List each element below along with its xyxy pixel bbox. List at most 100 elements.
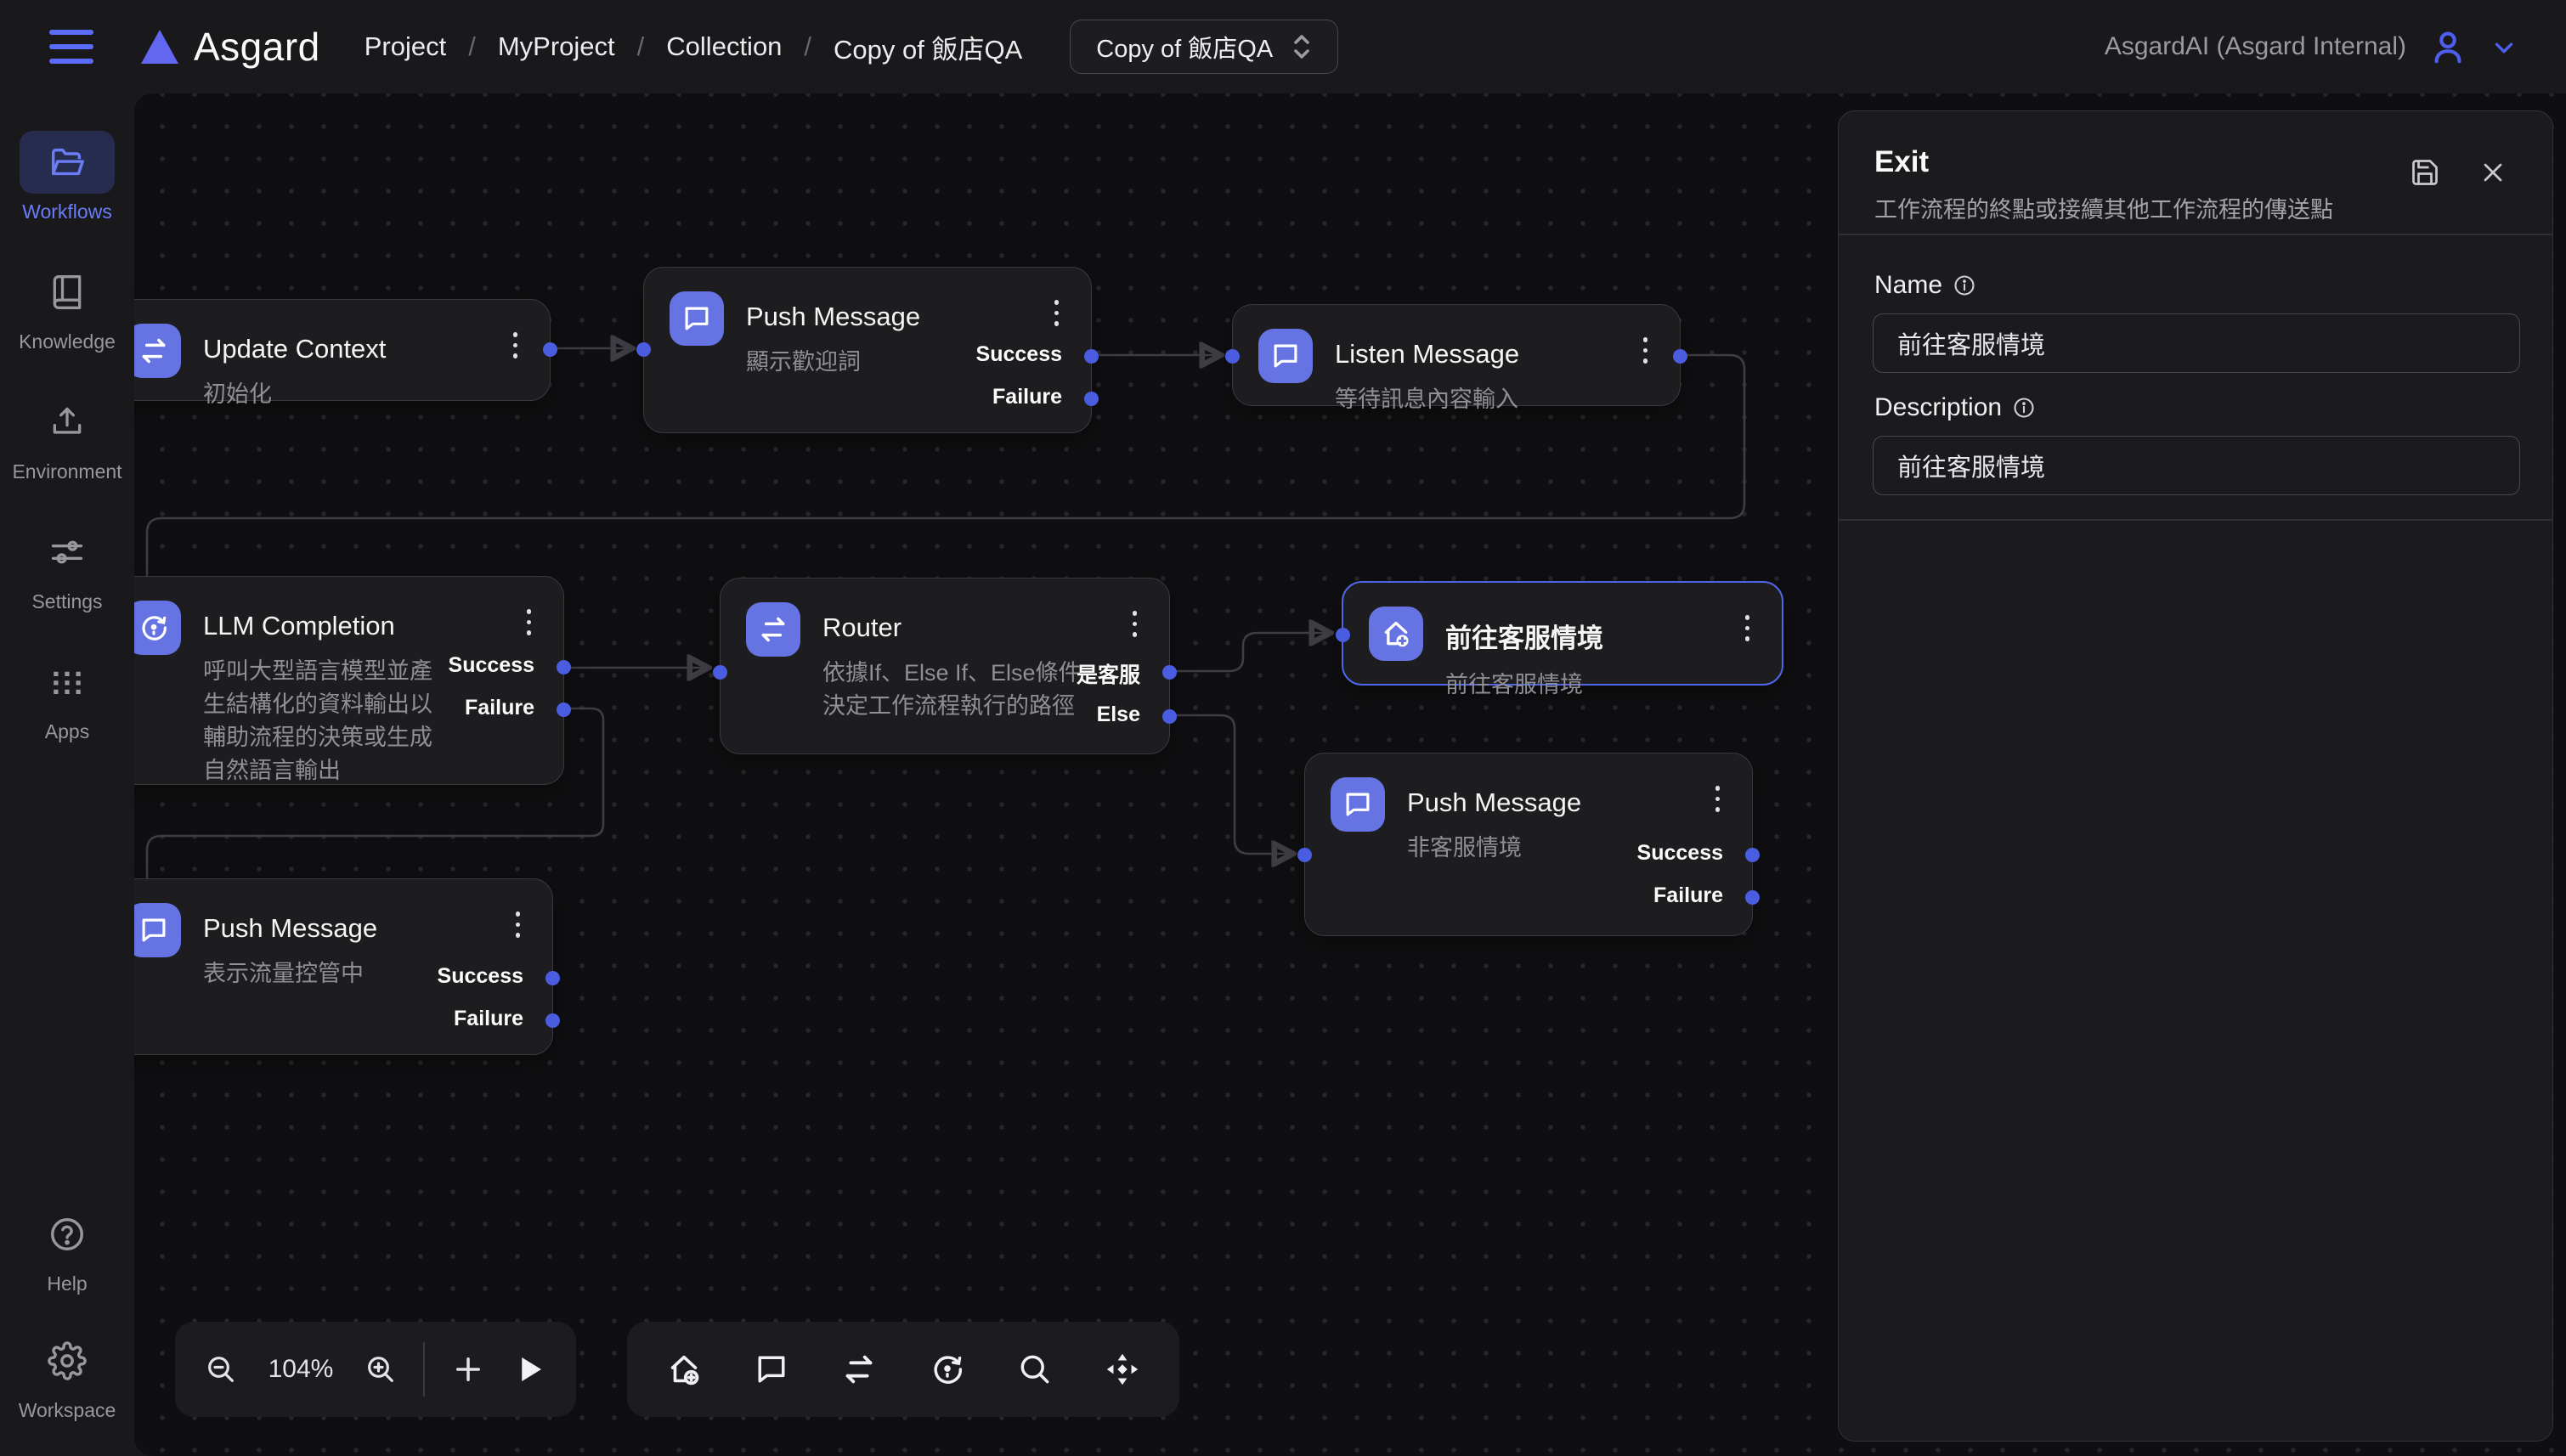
output-port-failure[interactable] bbox=[545, 1013, 560, 1028]
output-label-failure: Failure bbox=[465, 696, 534, 720]
zoom-level: 104% bbox=[263, 1355, 338, 1384]
node-push-message-welcome[interactable]: Push Message 顯示歡迎詞 Success Failure bbox=[643, 267, 1092, 433]
output-port-iskefu[interactable] bbox=[1162, 665, 1177, 680]
name-field[interactable] bbox=[1873, 313, 2520, 373]
input-port[interactable] bbox=[1336, 628, 1350, 642]
output-port-success[interactable] bbox=[1084, 349, 1099, 364]
search-tool-icon[interactable] bbox=[1016, 1351, 1054, 1388]
exit-node-tool-icon[interactable] bbox=[664, 1350, 704, 1389]
output-label-success: Success bbox=[976, 342, 1062, 367]
input-port[interactable] bbox=[636, 342, 651, 357]
output-label-success: Success bbox=[438, 964, 523, 989]
node-menu-button[interactable] bbox=[1712, 782, 1724, 815]
output-port-else[interactable] bbox=[1162, 709, 1177, 724]
sidebar-item-settings[interactable]: Settings bbox=[20, 521, 115, 613]
output-label-success: Success bbox=[449, 653, 534, 678]
breadcrumb-current[interactable]: Copy of 飯店QA bbox=[834, 28, 1022, 66]
node-update-context[interactable]: Update Context 初始化 bbox=[134, 299, 551, 401]
save-icon[interactable] bbox=[2410, 157, 2440, 188]
node-push-message-throttle[interactable]: Push Message 表示流量控管中 Success Failure bbox=[134, 878, 553, 1055]
node-llm-completion[interactable]: LLM Completion 呼叫大型語言模型並產生結構化的資料輸出以輔助流程的… bbox=[134, 576, 564, 785]
edge-router-iskefu-exit[interactable] bbox=[1170, 633, 1327, 671]
output-port-success[interactable] bbox=[545, 971, 560, 985]
node-menu-button[interactable] bbox=[1051, 296, 1063, 330]
node-listen-message[interactable]: Listen Message 等待訊息內容輸入 bbox=[1232, 304, 1681, 406]
sidebar-item-help[interactable]: Help bbox=[20, 1203, 115, 1295]
output-label-success: Success bbox=[1637, 841, 1723, 866]
output-port-failure[interactable] bbox=[557, 703, 571, 717]
node-subtitle: 依據If、Else If、Else條件決定工作流程執行的路徑 bbox=[822, 657, 1088, 723]
sidebar-item-label: Apps bbox=[45, 720, 89, 743]
sidebar-item-label: Workspace bbox=[19, 1399, 116, 1422]
message-bubble-icon bbox=[1331, 777, 1385, 832]
node-exit-go-customer-service[interactable]: 前往客服情境 前往客服情境 bbox=[1342, 581, 1783, 686]
edge-router-else-pushmessage[interactable] bbox=[1170, 715, 1290, 854]
input-port[interactable] bbox=[1297, 848, 1312, 862]
description-field[interactable] bbox=[1873, 436, 2520, 495]
menu-hamburger-icon[interactable] bbox=[49, 30, 93, 64]
panel-divider bbox=[1839, 519, 2552, 521]
llm-cycle-icon bbox=[134, 601, 181, 655]
node-title: Push Message bbox=[203, 903, 377, 944]
input-port[interactable] bbox=[1225, 349, 1240, 364]
user-icon[interactable] bbox=[2428, 27, 2467, 66]
toolbar-divider bbox=[423, 1342, 425, 1397]
node-menu-button[interactable] bbox=[1129, 607, 1141, 641]
account-name: AsgardAI (Asgard Internal) bbox=[2105, 32, 2406, 61]
output-port-failure[interactable] bbox=[1745, 890, 1760, 905]
sidebar-item-knowledge[interactable]: Knowledge bbox=[19, 261, 116, 353]
close-icon[interactable] bbox=[2478, 157, 2508, 188]
logo-triangle-icon bbox=[138, 26, 182, 67]
message-node-tool-icon[interactable] bbox=[753, 1351, 790, 1388]
node-menu-button[interactable] bbox=[1640, 334, 1652, 367]
router-node-tool-icon[interactable] bbox=[839, 1350, 879, 1389]
breadcrumb-project[interactable]: Project bbox=[365, 31, 446, 62]
zoom-toolbar: 104% bbox=[175, 1322, 576, 1417]
output-port-failure[interactable] bbox=[1084, 392, 1099, 406]
sidebar-item-apps[interactable]: Apps bbox=[20, 651, 115, 743]
book-icon bbox=[20, 261, 115, 324]
breadcrumb-collection[interactable]: Collection bbox=[666, 31, 782, 62]
logo[interactable]: Asgard bbox=[138, 24, 320, 70]
output-port[interactable] bbox=[543, 342, 557, 357]
output-port[interactable] bbox=[1673, 349, 1687, 364]
sliders-icon bbox=[20, 521, 115, 584]
node-title: LLM Completion bbox=[203, 601, 451, 641]
pan-move-tool-icon[interactable] bbox=[1103, 1350, 1142, 1389]
node-menu-button[interactable] bbox=[510, 329, 522, 362]
info-icon[interactable] bbox=[2012, 396, 2036, 420]
breadcrumb-myproject[interactable]: MyProject bbox=[498, 31, 615, 62]
panel-description: 工作流程的終點或接續其他工作流程的傳送點 bbox=[1874, 195, 2384, 227]
output-label-failure: Failure bbox=[1653, 883, 1723, 908]
workflow-selector-value: Copy of 飯店QA bbox=[1096, 29, 1273, 65]
output-port-success[interactable] bbox=[1745, 848, 1760, 862]
node-title: 前往客服情境 bbox=[1445, 607, 1603, 655]
node-title: Listen Message bbox=[1335, 329, 1519, 370]
llm-node-tool-icon[interactable] bbox=[928, 1350, 967, 1389]
input-port[interactable] bbox=[713, 665, 727, 680]
node-title: Router bbox=[822, 602, 1088, 643]
workflow-selector[interactable]: Copy of 飯店QA bbox=[1070, 20, 1338, 74]
info-icon[interactable] bbox=[1953, 274, 1976, 297]
output-port-success[interactable] bbox=[557, 660, 571, 674]
zoom-in-button[interactable] bbox=[364, 1352, 398, 1386]
message-bubble-icon bbox=[134, 903, 181, 957]
sidebar-item-environment[interactable]: Environment bbox=[12, 391, 122, 483]
node-push-message-non-cs[interactable]: Push Message 非客服情境 Success Failure bbox=[1304, 753, 1753, 936]
node-menu-button[interactable] bbox=[512, 908, 524, 941]
sidebar-item-workspace[interactable]: Workspace bbox=[19, 1329, 116, 1422]
node-menu-button[interactable] bbox=[1742, 612, 1754, 645]
chevron-down-icon[interactable] bbox=[2490, 32, 2518, 61]
node-subtitle: 顯示歡迎詞 bbox=[746, 346, 920, 379]
add-button[interactable] bbox=[450, 1352, 486, 1387]
run-button[interactable] bbox=[512, 1352, 547, 1387]
node-menu-button[interactable] bbox=[523, 606, 535, 639]
output-label-failure: Failure bbox=[992, 385, 1062, 409]
node-router[interactable]: Router 依據If、Else If、Else條件決定工作流程執行的路徑 是客… bbox=[720, 578, 1170, 754]
sidebar-item-workflows[interactable]: Workflows bbox=[20, 131, 115, 223]
node-palette-toolbar bbox=[627, 1322, 1179, 1417]
app-window: Asgard Project / MyProject / Collection … bbox=[0, 0, 2566, 1456]
swap-arrows-icon bbox=[746, 602, 800, 657]
node-title: Push Message bbox=[1407, 777, 1581, 818]
zoom-out-button[interactable] bbox=[204, 1352, 238, 1386]
